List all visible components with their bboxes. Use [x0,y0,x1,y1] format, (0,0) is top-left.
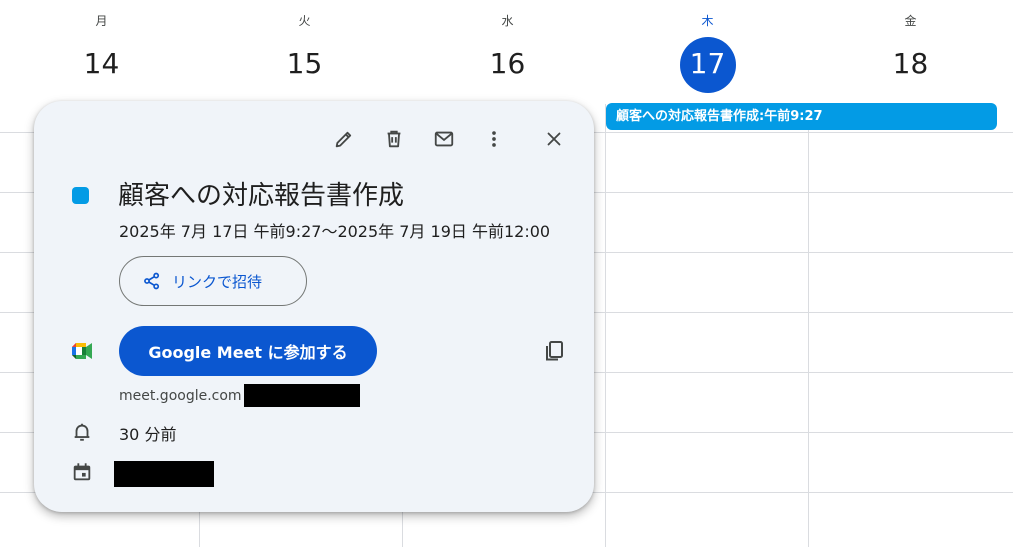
grid-divider [808,104,809,547]
meet-link[interactable]: meet.google.com [119,384,360,407]
calendar-icon [73,463,91,481]
event-date-range: 2025年 7月 17日 午前9:27～2025年 7月 19日 午前12:00 [119,222,551,241]
trash-icon [387,130,401,148]
week-calendar: 月 14 火 15 水 16 木 17 金 18 顧客への対応報告書作成:午前9… [0,0,1013,547]
day-name: 火 [298,14,311,28]
day-header-tue[interactable]: 火 15 [203,0,406,104]
redacted-calendar-name [114,461,214,487]
day-header-thu-today[interactable]: 木 17 [606,0,809,104]
invite-via-link-button[interactable]: リンクで招待 [119,256,307,306]
delete-event-button[interactable] [376,121,412,157]
copy-icon [546,341,563,361]
join-google-meet-button[interactable]: Google Meet に参加する [119,326,377,376]
pencil-icon [335,131,352,148]
bell-icon [74,423,90,441]
redacted-meet-code [243,384,360,407]
share-icon [144,272,160,290]
day-number[interactable]: 17 [606,44,809,84]
day-header-mon[interactable]: 月 14 [0,0,203,104]
day-name: 水 [501,14,514,28]
event-title: 顧客への対応報告書作成 [118,181,405,211]
reminder-text: 30 分前 [119,425,177,444]
day-header-wed[interactable]: 水 16 [406,0,609,104]
more-vert-icon [492,131,496,147]
close-button[interactable] [536,121,572,157]
google-meet-icon [72,343,92,359]
close-icon [547,132,561,146]
day-number[interactable]: 18 [809,44,1012,84]
event-chip[interactable]: 顧客への対応報告書作成:午前9:27 [606,103,997,130]
event-details-popover: 顧客への対応報告書作成 2025年 7月 17日 午前9:27～2025年 7月… [34,101,594,512]
grid-divider [605,104,606,547]
copy-meet-link-button[interactable] [536,333,572,369]
day-number[interactable]: 15 [203,44,406,84]
meet-link-host: meet.google.com [119,387,242,404]
mail-icon [434,131,454,147]
day-number[interactable]: 16 [406,44,609,84]
day-number[interactable]: 14 [0,44,203,84]
invite-label: リンクで招待 [172,272,263,291]
day-header-fri[interactable]: 金 18 [809,0,1012,104]
more-options-button[interactable] [476,121,512,157]
email-guests-button[interactable] [426,121,462,157]
event-color-indicator [72,187,89,204]
edit-event-button[interactable] [326,121,362,157]
day-name: 木 [701,14,714,28]
day-name: 月 [95,14,108,28]
day-name: 金 [904,14,917,28]
